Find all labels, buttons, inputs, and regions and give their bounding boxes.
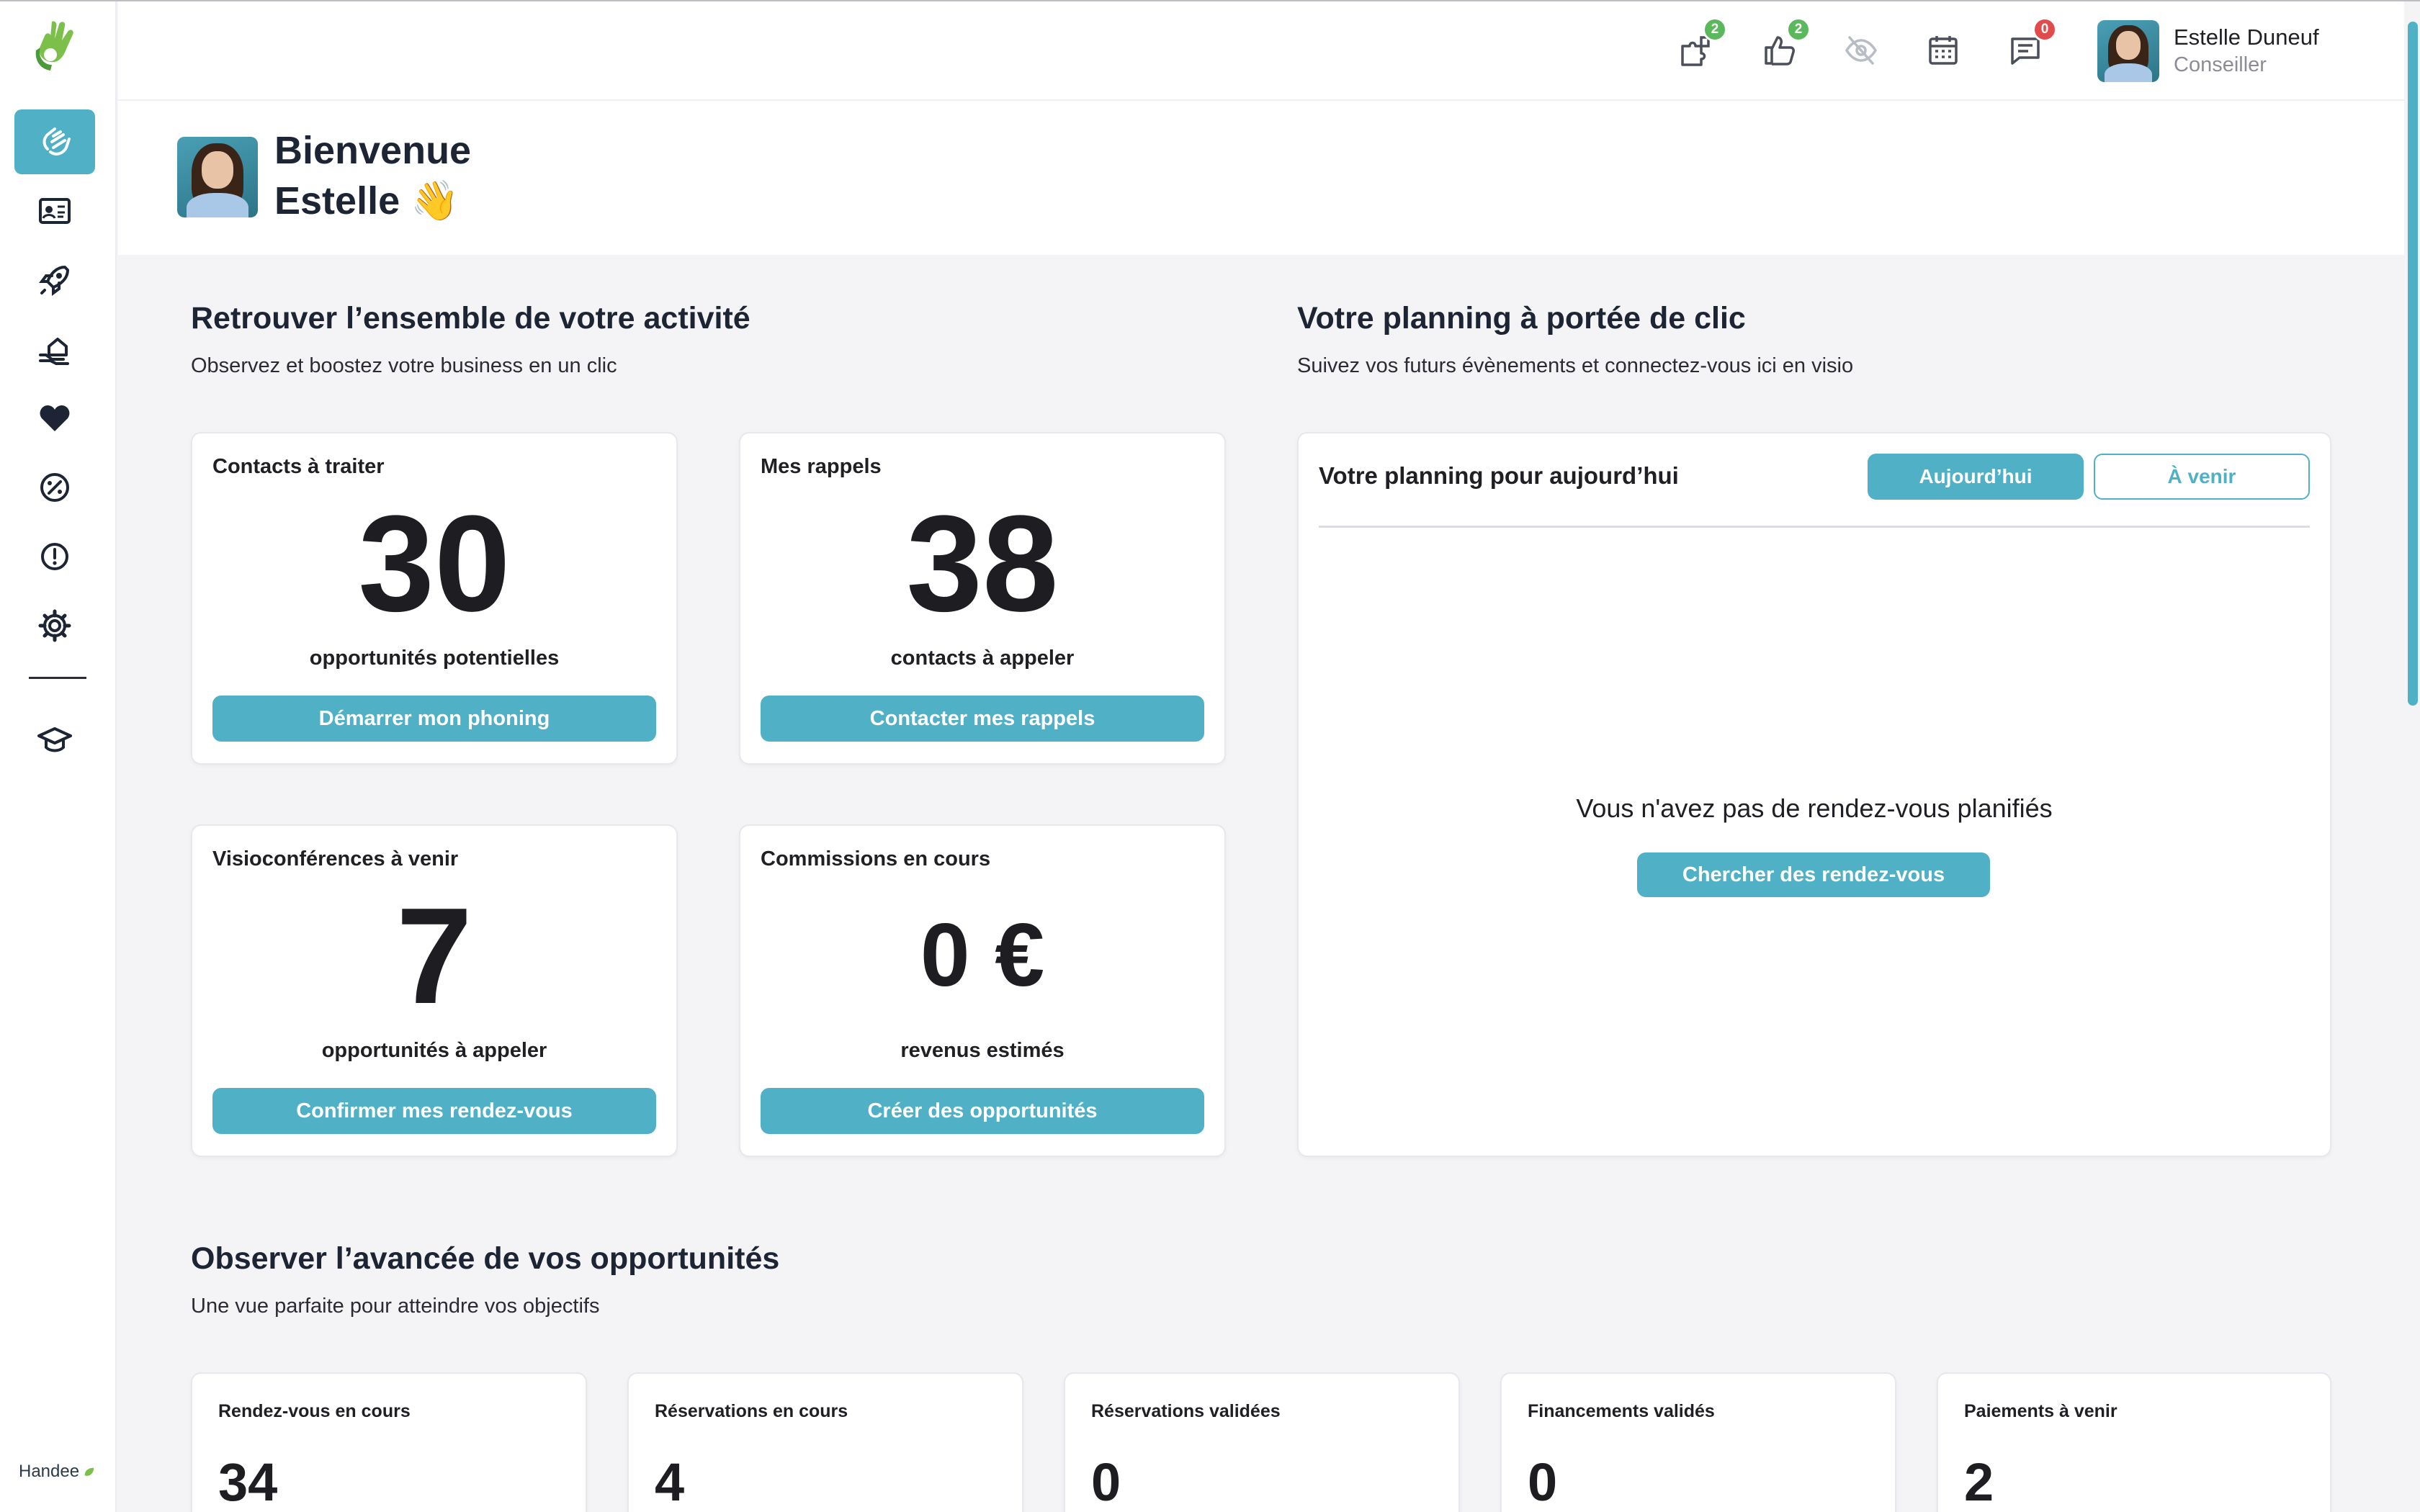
house-hand-icon (39, 338, 69, 365)
stat-card-financing-validated: Financements validés 0 (1500, 1372, 1896, 1512)
planning-panel: Votre planning pour aujourd’hui Aujourd’… (1297, 432, 2331, 1157)
start-phoning-button[interactable]: Démarrer mon phoning (212, 696, 656, 742)
sidebar-item-favorites[interactable] (14, 386, 95, 451)
kpi-value: 7 (396, 880, 472, 1032)
kpi-card-reminders: Mes rappels 38 contacts à appeler Contac… (739, 432, 1226, 765)
kpi-card-visio: Visioconférences à venir 7 opportunités … (191, 824, 678, 1157)
sidebar-item-settings[interactable] (14, 593, 95, 658)
likes-badge: 2 (1786, 17, 1811, 42)
brand-wordmark: Handee (19, 1462, 95, 1482)
stat-card-bookings-pending: Réservations en cours 4 (627, 1372, 1023, 1512)
welcome-title: Bienvenue (274, 129, 472, 172)
missions-badge: 2 (1703, 17, 1727, 42)
stat-value: 4 (655, 1452, 685, 1512)
stat-value: 0 (1528, 1452, 1558, 1512)
stat-label: Financements validés (1528, 1401, 1715, 1421)
alert-circle-icon (41, 543, 68, 570)
stat-value: 0 (1091, 1452, 1121, 1512)
stat-value: 2 (1964, 1452, 1994, 1512)
stat-label: Réservations validées (1091, 1401, 1281, 1421)
welcome-banner: Bienvenue Estelle 👋 (118, 101, 2406, 255)
planning-panel-title: Votre planning pour aujourd’hui (1319, 462, 1679, 489)
welcome-user-name: Estelle 👋 (274, 179, 460, 222)
eye-off-icon (1845, 36, 1878, 65)
stat-card-bookings-validated: Réservations validées 0 (1064, 1372, 1460, 1512)
gear-icon (38, 609, 71, 642)
sidebar-item-launch[interactable] (14, 248, 95, 312)
messages-badge: 0 (2033, 17, 2057, 42)
progress-title: Observer l’avancée de vos opportunités (191, 1241, 780, 1276)
top-header: 2 2 0 Estelle Duneuf Conseiller (118, 1, 2406, 101)
graduation-cap-icon (37, 727, 72, 752)
kpi-card-commissions: Commissions en cours 0 € revenus estimés… (739, 824, 1226, 1157)
sidebar-item-dashboard[interactable] (14, 109, 95, 174)
stat-label: Paiements à venir (1964, 1401, 2118, 1421)
kpi-label: Mes rappels (761, 455, 882, 478)
kpi-value: 0 € (920, 906, 1045, 1005)
stat-label: Rendez-vous en cours (218, 1401, 411, 1421)
sidebar-nav (14, 109, 95, 777)
contact-reminders-button[interactable]: Contacter mes rappels (761, 696, 1204, 742)
likes-button[interactable]: 2 (1756, 17, 1811, 73)
user-name[interactable]: Estelle Duneuf (2174, 24, 2319, 50)
calendar-button[interactable] (1920, 27, 1966, 73)
user-role: Conseiller (2174, 53, 2267, 76)
missions-button[interactable]: 2 (1672, 17, 1727, 73)
kpi-label: Contacts à traiter (212, 455, 385, 478)
visibility-toggle-button[interactable] (1838, 27, 1884, 73)
kpi-caption: contacts à appeler (890, 647, 1075, 670)
sidebar-item-finance[interactable] (14, 455, 95, 520)
welcome-avatar (177, 137, 258, 217)
sidebar-item-training[interactable] (14, 708, 95, 773)
sidebar-item-real-estate[interactable] (14, 317, 95, 382)
app-logo-icon[interactable] (30, 17, 85, 75)
sidebar-divider (29, 677, 86, 679)
kpi-label: Commissions en cours (761, 847, 991, 870)
stat-label: Réservations en cours (655, 1401, 848, 1421)
heart-icon (40, 405, 70, 431)
confirm-appointments-button[interactable]: Confirmer mes rendez-vous (212, 1088, 656, 1134)
user-avatar[interactable] (2097, 20, 2159, 82)
kpi-caption: opportunités à appeler (321, 1039, 547, 1062)
stat-card-payments-upcoming: Paiements à venir 2 (1937, 1372, 2331, 1512)
kpi-value: 30 (358, 487, 511, 640)
planning-divider (1319, 526, 2310, 528)
planning-subtitle: Suivez vos futurs évènements et connecte… (1297, 354, 1854, 377)
planning-title: Votre planning à portée de clic (1297, 301, 1746, 336)
kpi-value: 38 (906, 487, 1059, 640)
hand-wave-icon (42, 127, 71, 156)
kpi-card-contacts: Contacts à traiter 30 opportunités poten… (191, 432, 678, 765)
activity-subtitle: Observez et boostez votre business en un… (191, 354, 617, 377)
brand-leaf-icon (84, 1467, 94, 1476)
page-scrollbar-thumb[interactable] (2408, 22, 2418, 706)
rocket-icon (39, 266, 69, 296)
stat-value: 34 (218, 1452, 278, 1512)
sidebar-item-alerts[interactable] (14, 524, 95, 589)
kpi-label: Visioconférences à venir (212, 847, 459, 870)
planning-empty-message: Vous n'avez pas de rendez-vous planifiés (1576, 793, 2053, 823)
create-opportunities-button[interactable]: Créer des opportunités (761, 1088, 1204, 1134)
activity-title: Retrouver l’ensemble de votre activité (191, 301, 750, 336)
kpi-caption: opportunités potentielles (309, 647, 560, 670)
messages-button[interactable]: 0 (2002, 17, 2057, 73)
search-appointments-button[interactable]: Chercher des rendez-vous (1637, 852, 1990, 897)
kpi-caption: revenus estimés (900, 1039, 1065, 1062)
stat-card-appointments: Rendez-vous en cours 34 (191, 1372, 587, 1512)
id-card-icon (39, 198, 71, 224)
sidebar: Handee (0, 1, 117, 1512)
progress-subtitle: Une vue parfaite pour atteindre vos obje… (191, 1295, 600, 1318)
percent-badge-icon (40, 473, 69, 502)
tab-today[interactable]: Aujourd’hui (1868, 454, 2084, 500)
calendar-icon (1929, 36, 1958, 65)
sidebar-item-contacts[interactable] (14, 179, 95, 243)
tab-upcoming[interactable]: À venir (2094, 454, 2310, 500)
